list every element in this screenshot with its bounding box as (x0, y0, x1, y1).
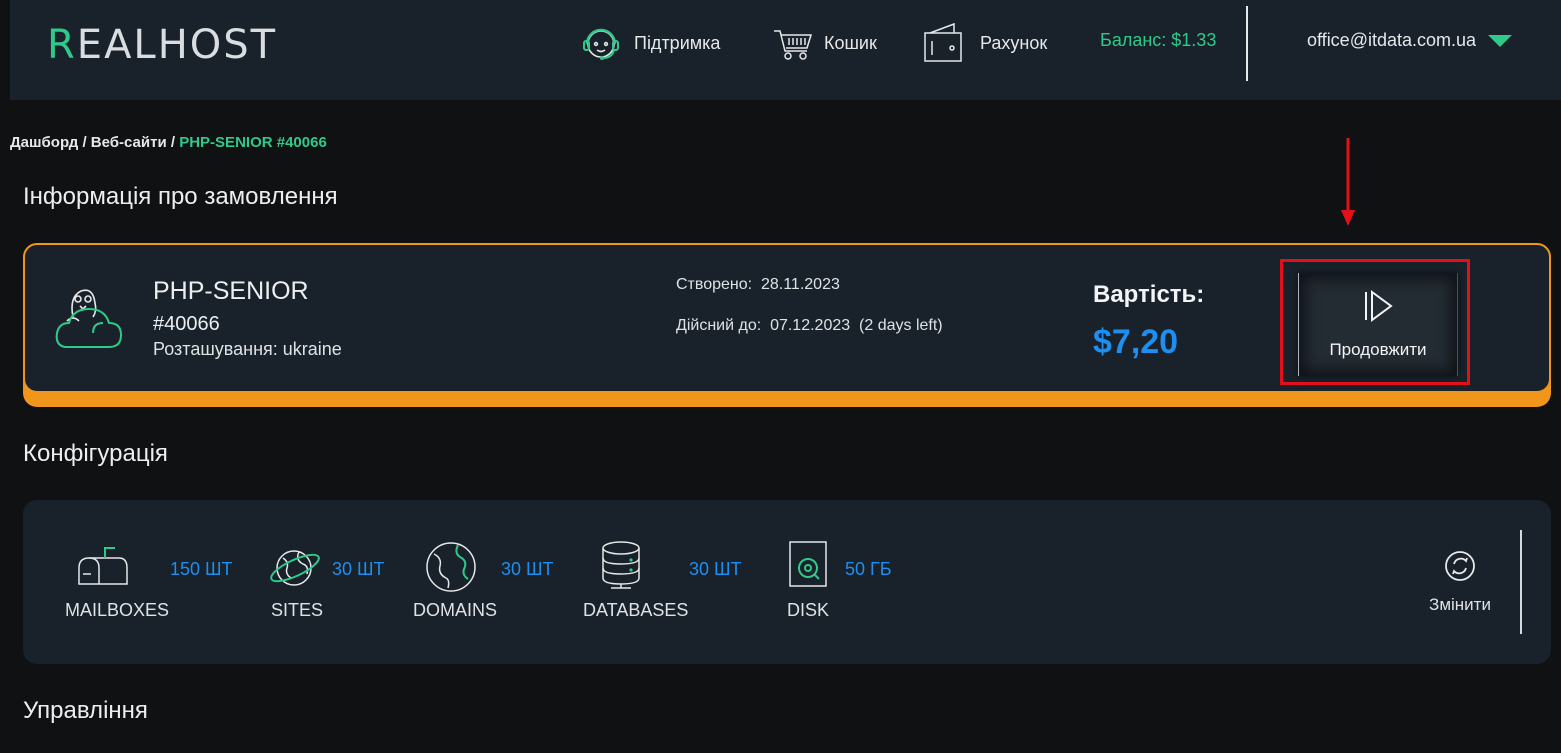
nav-cart[interactable]: Кошик (772, 0, 877, 86)
linux-cloud-icon (53, 277, 131, 360)
arrow-down-icon (1339, 138, 1357, 233)
sites-value: 30 ШТ (332, 559, 385, 579)
refresh-icon (1444, 550, 1476, 587)
nav-invoice[interactable]: Рахунок (922, 0, 1047, 86)
realhost-logo[interactable]: REALHOST (47, 22, 277, 68)
globe-icon (424, 542, 478, 599)
created-date: Створено: 28.11.2023 (676, 276, 840, 294)
wallet-icon (922, 21, 964, 65)
breadcrumb-separator: / (166, 134, 180, 151)
header-divider (1246, 6, 1248, 81)
nav-support[interactable]: Підтримка (578, 0, 720, 86)
created-label: Створено: (676, 276, 753, 293)
change-config-label: Змінити (1429, 595, 1491, 614)
configuration-card: 150 ШТ MAILBOXES 30 ШТ SITES 30 ШТ DOMAI… (23, 500, 1551, 664)
breadcrumb-current: PHP-SENIOR #40066 (179, 134, 327, 151)
valid-label: Дійсний до: (676, 317, 762, 334)
databases-label: DATABASES (583, 600, 689, 620)
planet-icon (269, 544, 323, 595)
management-title: Управління (23, 697, 148, 724)
days-left: (2 days left) (859, 317, 943, 334)
cart-icon (772, 23, 814, 63)
order-info-title: Інформація про замовлення (23, 183, 338, 210)
breadcrumb: Дашборд / Веб-сайти / PHP-SENIOR #40066 (10, 134, 327, 151)
account-menu[interactable]: office@itdata.com.ua (1307, 30, 1513, 51)
config-divider (1520, 530, 1522, 634)
nav-invoice-label: Рахунок (980, 32, 1048, 53)
top-header: REALHOST Підтримка Кошик Рахунок Баланс:… (10, 0, 1561, 100)
nav-support-label: Підтримка (634, 32, 721, 53)
disk-label: DISK (787, 600, 830, 620)
price-label: Вартість: (1093, 281, 1205, 308)
order-location: Розташування: ukraine (153, 339, 342, 359)
database-icon (599, 541, 643, 595)
support-headset-icon (578, 20, 624, 66)
disk-icon (788, 541, 828, 593)
nav-cart-label: Кошик (824, 32, 877, 53)
mailbox-icon (75, 544, 131, 595)
disk-value: 50 ГБ (845, 559, 892, 579)
valid-value: 07.12.2023 (770, 317, 851, 334)
plan-name: PHP-SENIOR (153, 277, 309, 305)
account-email: office@itdata.com.ua (1307, 30, 1477, 50)
configuration-title: Конфігурація (23, 440, 168, 467)
created-value: 28.11.2023 (760, 276, 840, 293)
domains-value: 30 ШТ (501, 559, 554, 579)
renew-highlight-box (1280, 259, 1470, 385)
breadcrumb-separator: / (78, 134, 91, 151)
chevron-down-icon (1488, 34, 1513, 47)
price-value: $7,20 (1093, 323, 1179, 361)
sites-label: SITES (271, 600, 324, 620)
mailboxes-label: MAILBOXES (65, 600, 170, 620)
domains-label: DOMAINS (413, 600, 498, 620)
breadcrumb-websites[interactable]: Веб-сайти (91, 134, 167, 151)
databases-value: 30 ШТ (689, 559, 742, 579)
breadcrumb-dashboard[interactable]: Дашборд (10, 134, 78, 151)
valid-until: Дійсний до: 07.12.2023 (2 days left) (676, 317, 943, 335)
change-config-button[interactable]: Змінити (1417, 550, 1503, 615)
balance-display: Баланс: $1.33 (1100, 30, 1217, 50)
mailboxes-value: 150 ШТ (170, 559, 233, 579)
order-id: #40066 (153, 313, 220, 335)
